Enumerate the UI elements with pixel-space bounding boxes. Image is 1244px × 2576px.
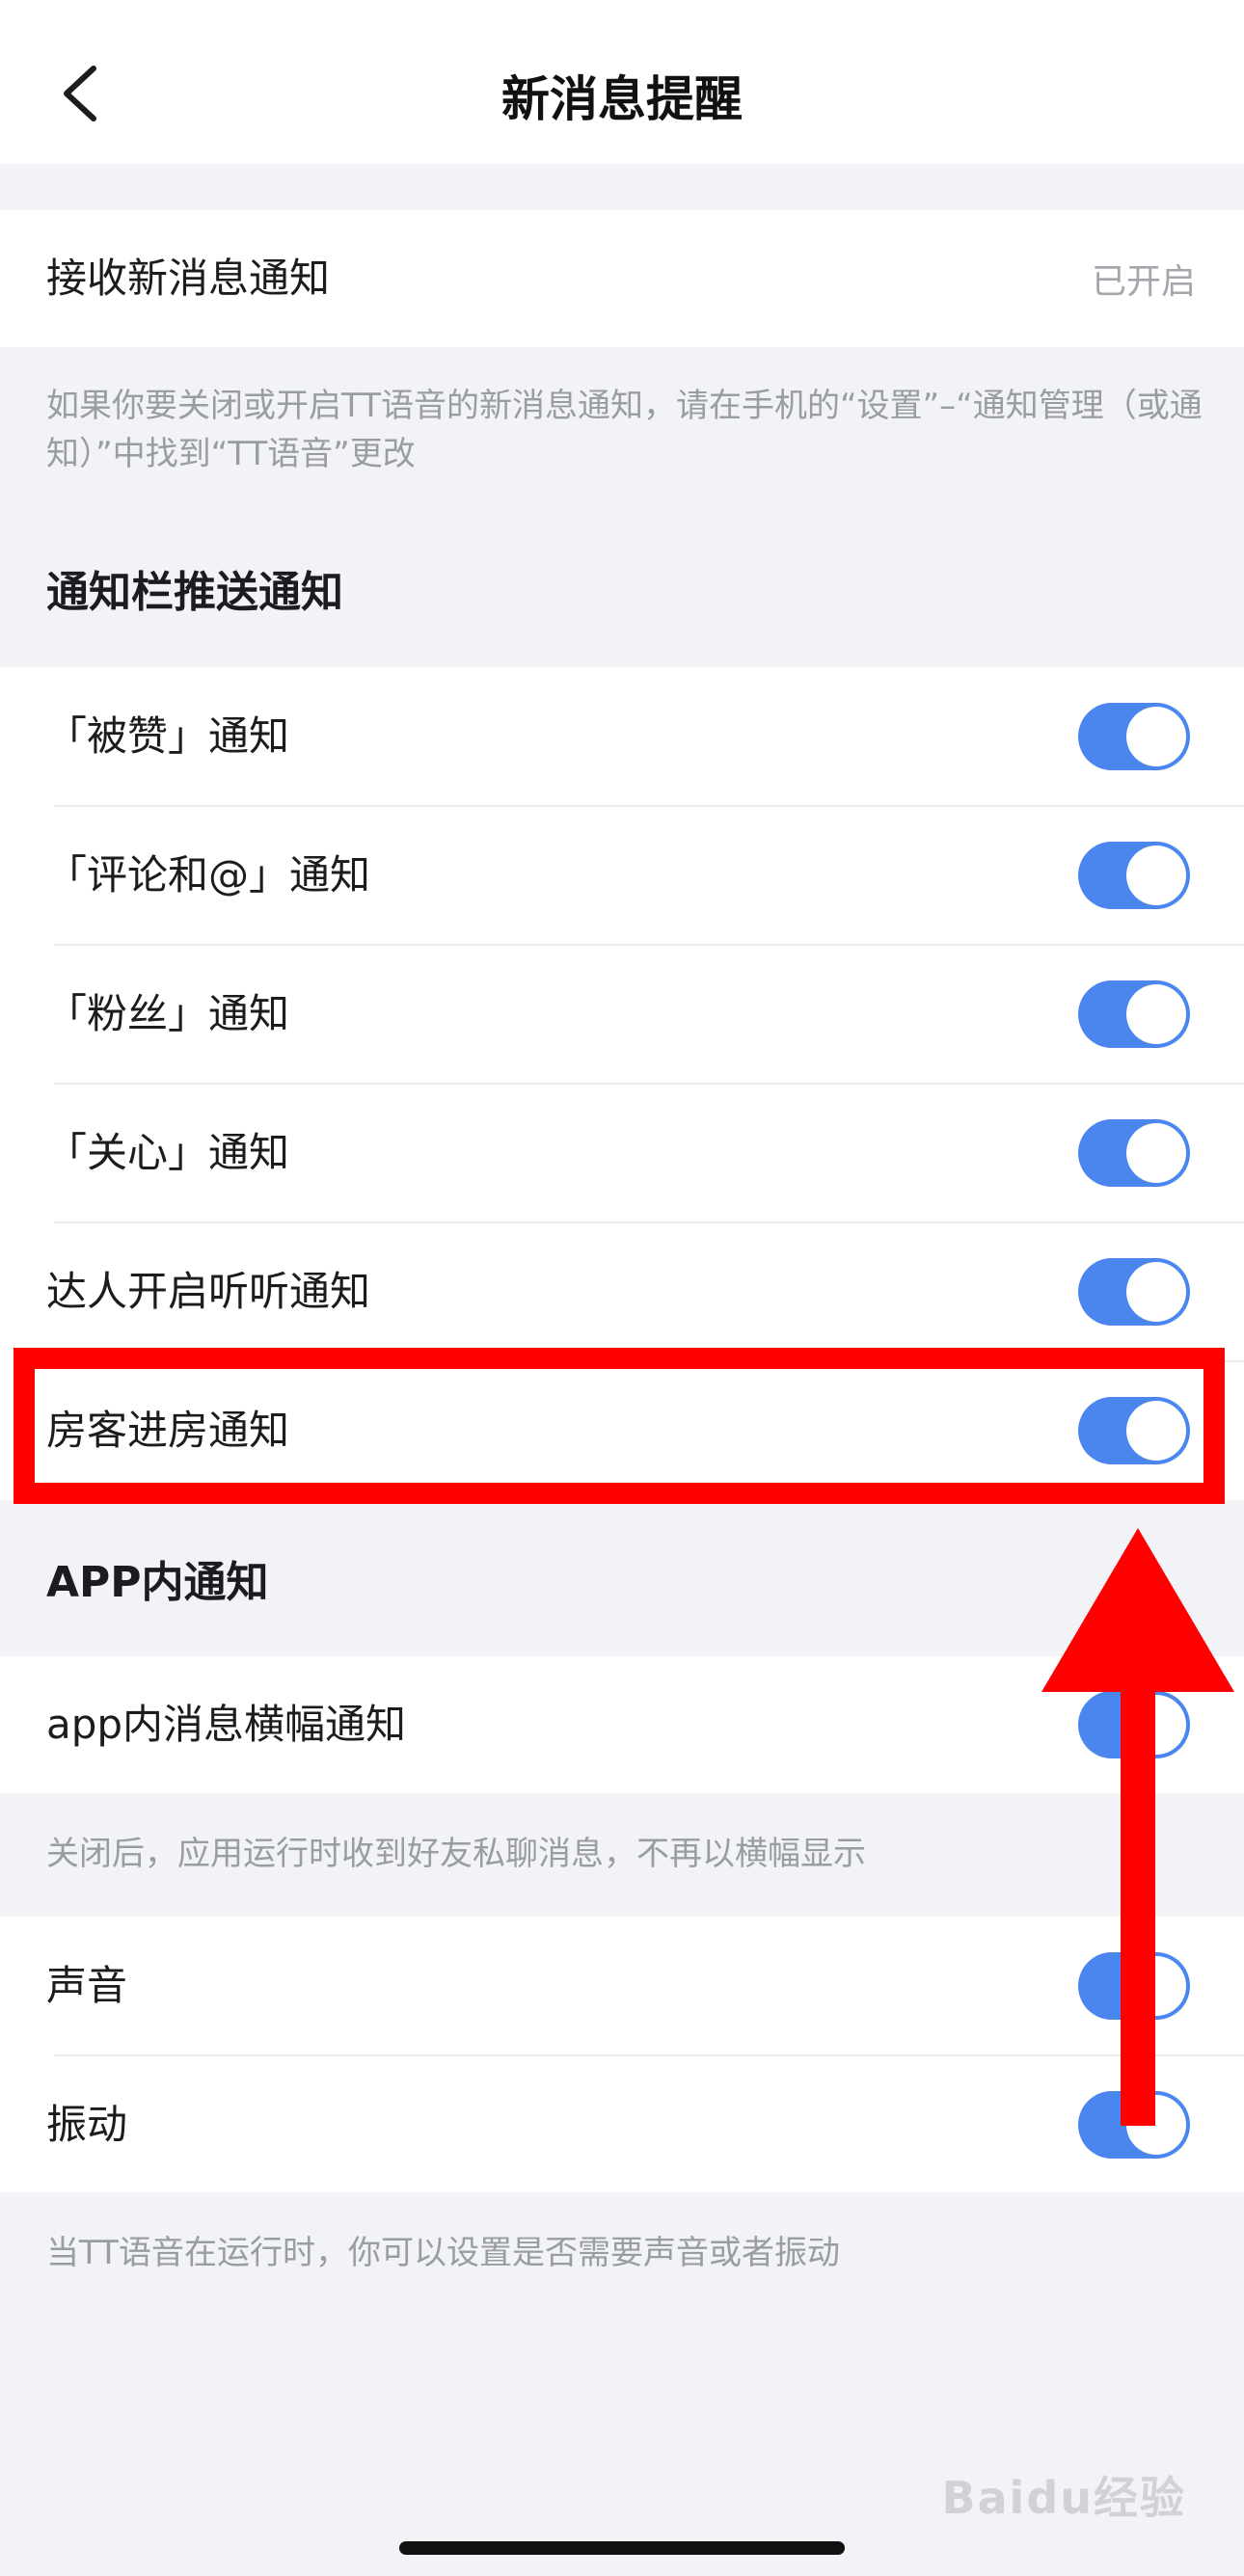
app-section-title: APP内通知 xyxy=(46,1558,269,1607)
row-label: 声音 xyxy=(46,1962,128,2009)
toggle-switch[interactable] xyxy=(1078,2091,1190,2159)
toggle-switch[interactable] xyxy=(1078,1691,1190,1758)
toggle-switch[interactable] xyxy=(1078,980,1190,1048)
row-label: 达人开启听听通知 xyxy=(46,1268,371,1315)
toggle-row-liked: 「被赞」通知 xyxy=(0,667,1244,806)
receive-row[interactable]: 接收新消息通知 已开启 xyxy=(0,210,1244,347)
sound-note: 当TT语音在运行时，你可以设置是否需要声音或者振动 xyxy=(46,2234,840,2272)
row-label: app内消息横幅通知 xyxy=(46,1701,407,1748)
sound-section: 声音 振动 xyxy=(0,1917,1244,2192)
toggle-row-vibrate: 振动 xyxy=(0,2055,1244,2194)
receive-label: 接收新消息通知 xyxy=(46,255,331,302)
row-label: 振动 xyxy=(46,2101,128,2148)
toggle-knob xyxy=(1126,845,1186,905)
receive-status: 已开启 xyxy=(1091,262,1196,302)
push-section-title: 通知栏推送通知 xyxy=(46,568,343,617)
row-label: 「粉丝」通知 xyxy=(46,990,290,1037)
toggle-knob xyxy=(1126,707,1186,766)
toggle-row-expert: 达人开启听听通知 xyxy=(0,1222,1244,1361)
toggle-row-comments: 「评论和@」通知 xyxy=(0,806,1244,945)
toggle-knob xyxy=(1126,2095,1186,2155)
toggle-row-care: 「关心」通知 xyxy=(0,1084,1244,1222)
row-label: 「评论和@」通知 xyxy=(46,851,371,899)
toggle-switch[interactable] xyxy=(1078,703,1190,770)
toggle-knob xyxy=(1126,1401,1186,1461)
banner-note: 关闭后，应用运行时收到好友私聊消息，不再以横幅显示 xyxy=(46,1835,866,1873)
toggle-switch[interactable] xyxy=(1078,1952,1190,2020)
toggle-switch[interactable] xyxy=(1078,1119,1190,1187)
row-label: 「被赞」通知 xyxy=(46,712,290,760)
receive-section: 接收新消息通知 已开启 xyxy=(0,210,1244,347)
toggle-row-banner: app内消息横幅通知 xyxy=(0,1656,1244,1793)
toggle-knob xyxy=(1126,1262,1186,1322)
toggle-knob xyxy=(1126,1956,1186,2016)
nav-bar: 新消息提醒 xyxy=(0,0,1244,164)
receive-note: 如果你要关闭或开启TT语音的新消息通知，请在手机的“设置”–“通知管理（或通知）… xyxy=(46,387,1203,473)
toggle-knob xyxy=(1126,984,1186,1044)
toggle-switch[interactable] xyxy=(1078,842,1190,909)
watermark: Baidu经验 xyxy=(941,2472,1186,2524)
toggle-switch[interactable] xyxy=(1078,1397,1190,1464)
toggle-knob xyxy=(1126,1123,1186,1183)
toggle-switch[interactable] xyxy=(1078,1258,1190,1326)
toggle-row-guest-enter: 房客进房通知 xyxy=(0,1361,1244,1500)
toggle-row-fans: 「粉丝」通知 xyxy=(0,945,1244,1084)
row-label: 房客进房通知 xyxy=(46,1407,290,1454)
toggle-knob xyxy=(1126,1695,1186,1755)
toggle-row-sound: 声音 xyxy=(0,1917,1244,2055)
page-title: 新消息提醒 xyxy=(501,71,743,127)
push-section: 「被赞」通知 「评论和@」通知 「粉丝」通知 「关心」通知 达人开启听听通知 房… xyxy=(0,667,1244,1500)
row-label: 「关心」通知 xyxy=(46,1129,290,1176)
home-indicator[interactable] xyxy=(399,2541,845,2555)
app-section: app内消息横幅通知 xyxy=(0,1656,1244,1793)
